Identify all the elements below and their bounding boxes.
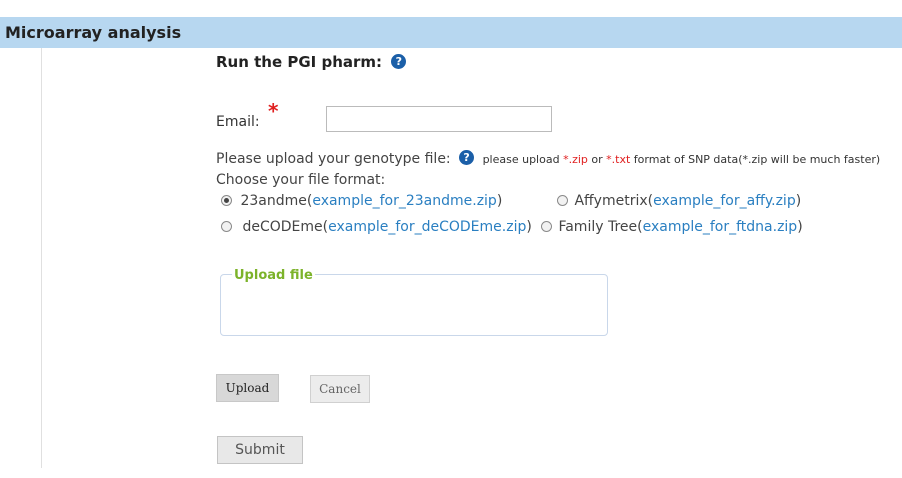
radio-label-23andme: 23andme (240, 193, 307, 209)
link-example-affy[interactable]: example_for_affy.zip (653, 193, 796, 209)
cancel-button[interactable]: Cancel (310, 375, 370, 403)
hint-or: or (591, 153, 603, 166)
upload-prompt: Please upload your genotype file: ? plea… (216, 150, 880, 167)
left-divider (41, 48, 42, 468)
header-title: Microarray analysis (5, 23, 182, 42)
upload-file-box[interactable] (220, 274, 608, 336)
link-example-23andme[interactable]: example_for_23andme.zip (312, 193, 497, 209)
radio-label-affymetrix: Affymetrix (574, 193, 648, 209)
upload-file-legend: Upload file (232, 268, 315, 283)
email-label: Email: (216, 114, 260, 130)
radio-option-23andme[interactable]: 23andme(example_for_23andme.zip) (221, 193, 502, 209)
radio-button-23andme[interactable] (221, 195, 232, 206)
header-bar: Microarray analysis (0, 17, 902, 48)
radio-label-decodeme: deCODEme (242, 219, 323, 235)
radio-option-family-tree[interactable]: Family Tree(example_for_ftdna.zip) (541, 219, 803, 235)
radio-option-affymetrix[interactable]: Affymetrix(example_for_affy.zip) (557, 193, 801, 209)
radio-button-affymetrix[interactable] (557, 195, 568, 206)
email-field[interactable] (326, 106, 552, 132)
format-label: Choose your file format: (216, 172, 386, 188)
upload-prompt-text: Please upload your genotype file: (216, 151, 451, 167)
required-marker: * (268, 99, 279, 123)
radio-button-decodeme[interactable] (221, 221, 232, 232)
submit-button[interactable]: Submit (217, 436, 303, 464)
upload-button[interactable]: Upload (216, 374, 279, 402)
link-example-decodeme[interactable]: example_for_deCODEme.zip (328, 219, 526, 235)
hint-prefix: please upload (482, 153, 560, 166)
upload-hint: please upload *.zip or *.txt format of S… (483, 153, 881, 166)
page-title-text: Run the PGI pharm: (216, 53, 383, 71)
page-title: Run the PGI pharm: ? (216, 53, 407, 71)
hint-ext-zip: *.zip (563, 153, 588, 166)
hint-suffix: format of SNP data(*.zip will be much fa… (633, 153, 881, 166)
help-icon[interactable]: ? (391, 54, 407, 69)
hint-ext-txt: *.txt (606, 153, 631, 166)
radio-label-family-tree: Family Tree (558, 219, 638, 235)
radio-option-decodeme[interactable]: deCODEme(example_for_deCODEme.zip) (221, 219, 532, 235)
help-icon[interactable]: ? (459, 150, 475, 165)
link-example-ftdna[interactable]: example_for_ftdna.zip (643, 219, 798, 235)
radio-button-family-tree[interactable] (541, 221, 552, 232)
